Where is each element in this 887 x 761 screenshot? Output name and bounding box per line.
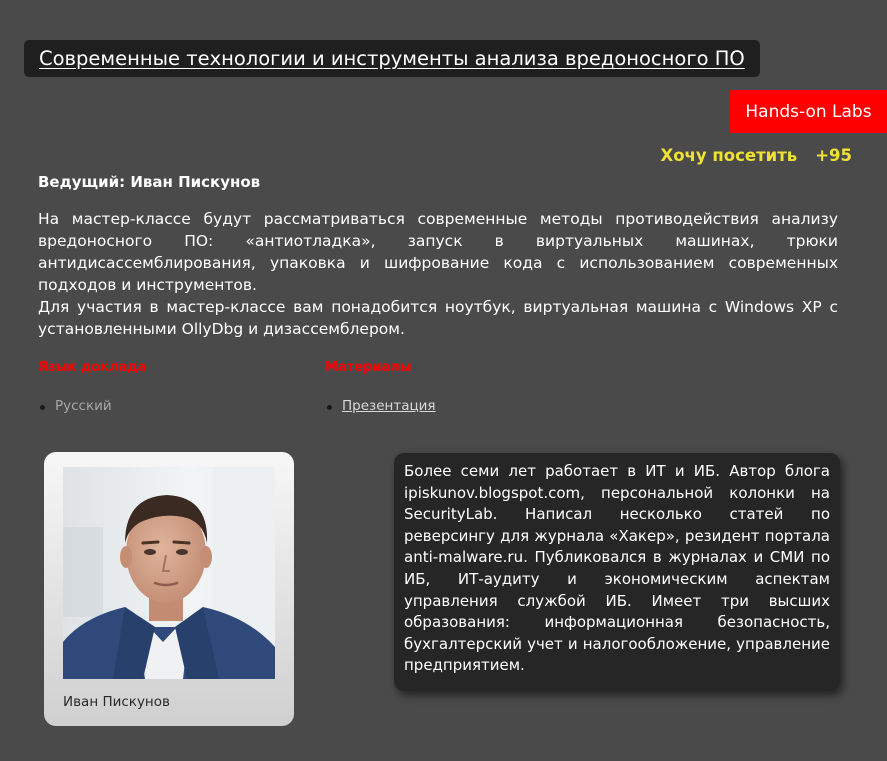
language-section: Язык доклада Русский	[38, 360, 147, 414]
materials-heading: Материалы	[325, 360, 412, 375]
materials-list: Презентация	[325, 398, 436, 414]
materials-section: Материалы Презентация	[325, 360, 436, 414]
language-list: Русский	[38, 398, 147, 414]
speaker-photo	[63, 467, 275, 679]
materials-item: Презентация	[327, 398, 436, 414]
speaker-bio-card: Более семи лет работает в ИТ и ИБ. Автор…	[394, 453, 840, 691]
visit-count: +95	[815, 146, 852, 165]
event-title-link[interactable]: Современные технологии и инструменты ана…	[39, 47, 745, 70]
description-paragraph: Для участия в мастер-классе вам понадоби…	[38, 298, 838, 338]
language-item: Русский	[40, 398, 147, 414]
event-title-box: Современные технологии и инструменты ана…	[24, 40, 760, 77]
language-heading: Язык доклада	[38, 360, 147, 375]
speaker-bio: Более семи лет работает в ИТ и ИБ. Автор…	[404, 462, 830, 675]
presentation-link[interactable]: Презентация	[342, 398, 436, 414]
format-badge: Hands-on Labs	[730, 90, 887, 133]
speaker-photo-card: Иван Пискунов	[44, 452, 294, 726]
description-paragraph: На мастер-классе будут рассматриваться с…	[38, 210, 838, 294]
visit-row: Хочу посетить +95	[660, 146, 852, 165]
want-to-visit-link[interactable]: Хочу посетить	[660, 146, 797, 165]
event-description: На мастер-классе будут рассматриваться с…	[38, 208, 838, 340]
speaker-line: Ведущий: Иван Пискунов	[38, 173, 261, 191]
speaker-photo-caption: Иван Пискунов	[63, 694, 170, 710]
